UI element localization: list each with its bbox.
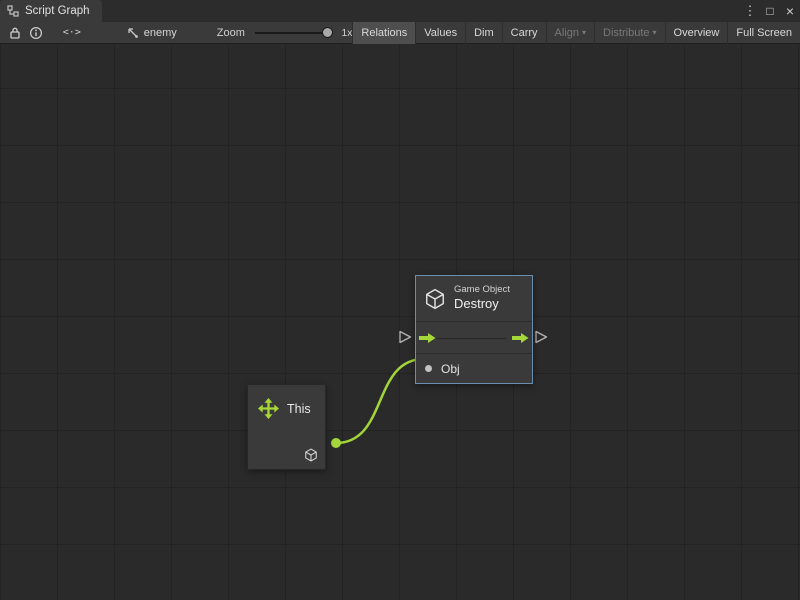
dim-button[interactable]: Dim — [465, 22, 502, 44]
info-icon — [29, 26, 43, 40]
carry-button[interactable]: Carry — [502, 22, 546, 44]
lock-button[interactable] — [4, 22, 25, 44]
tab-label: Script Graph — [25, 5, 90, 17]
control-input-triangle-port[interactable] — [400, 332, 411, 343]
close-button[interactable]: × — [780, 0, 800, 22]
overview-button[interactable]: Overview — [665, 22, 728, 44]
destroy-node-header: Game Object Destroy — [416, 276, 532, 321]
align-dropdown-button: Align▾ — [546, 22, 594, 44]
window-menu-button[interactable]: ⋮ — [740, 0, 760, 22]
maximize-button[interactable]: □ — [760, 0, 780, 22]
titlebar: Script Graph ⋮ □ × — [0, 0, 800, 22]
cube-icon — [424, 288, 446, 310]
graph-inspector-toggle-button[interactable]: <·> — [63, 27, 88, 38]
relations-button[interactable]: Relations — [352, 22, 415, 44]
zoom-label: Zoom — [217, 27, 245, 39]
full-screen-button[interactable]: Full Screen — [727, 22, 800, 44]
toolbar: <·> enemy Zoom 1x Relations Values Dim C… — [0, 22, 800, 44]
graph-canvas[interactable]: This Game Object Destroy — [0, 44, 800, 600]
obj-input-label: Obj — [441, 362, 460, 376]
script-graph-window: Script Graph ⋮ □ × <·> enemy Zoom — [0, 0, 800, 600]
control-output-triangle-port[interactable] — [536, 332, 547, 343]
tab-script-graph[interactable]: Script Graph — [0, 0, 102, 22]
cube-icon — [304, 449, 318, 466]
obj-input-row: Obj — [416, 353, 532, 383]
graph-name-label: enemy — [144, 27, 177, 39]
chevron-down-icon: ▾ — [653, 29, 657, 37]
flow-input-arrow-icon[interactable] — [419, 332, 436, 344]
destroy-node-titles: Game Object Destroy — [454, 284, 510, 312]
info-button[interactable] — [25, 22, 46, 44]
destroy-node-title: Destroy — [454, 296, 510, 312]
flow-output-arrow-icon[interactable] — [512, 332, 529, 344]
values-button[interactable]: Values — [415, 22, 465, 44]
distribute-dropdown-button: Distribute▾ — [594, 22, 664, 44]
zoom-value: 1x — [341, 27, 352, 39]
zoom-slider[interactable] — [255, 22, 333, 44]
chevron-down-icon: ▾ — [582, 29, 586, 37]
edge-this-to-destroy[interactable] — [336, 359, 424, 443]
flow-relation-line — [437, 338, 506, 339]
this-node-header: This — [248, 385, 325, 419]
move-arrows-icon — [258, 398, 279, 419]
destroy-node-supertitle: Game Object — [454, 284, 510, 296]
this-output-cube[interactable] — [304, 448, 318, 462]
graph-tab-icon — [7, 5, 19, 17]
edges-layer — [0, 44, 800, 600]
titlebar-spacer — [102, 0, 740, 22]
node-destroy[interactable]: Game Object Destroy Obj — [415, 275, 533, 384]
control-flow-row — [416, 321, 532, 353]
zoom-slider-knob[interactable] — [322, 27, 333, 38]
toolbar-buttons: Relations Values Dim Carry Align▾ Distri… — [352, 22, 800, 44]
obj-input-port[interactable] — [425, 365, 432, 372]
graph-pointer-icon — [126, 26, 139, 39]
graph-breadcrumb[interactable]: enemy — [126, 26, 177, 39]
this-output-port[interactable] — [331, 438, 341, 448]
lock-icon — [9, 26, 21, 40]
node-this[interactable]: This — [247, 384, 326, 470]
this-node-title: This — [287, 402, 311, 416]
